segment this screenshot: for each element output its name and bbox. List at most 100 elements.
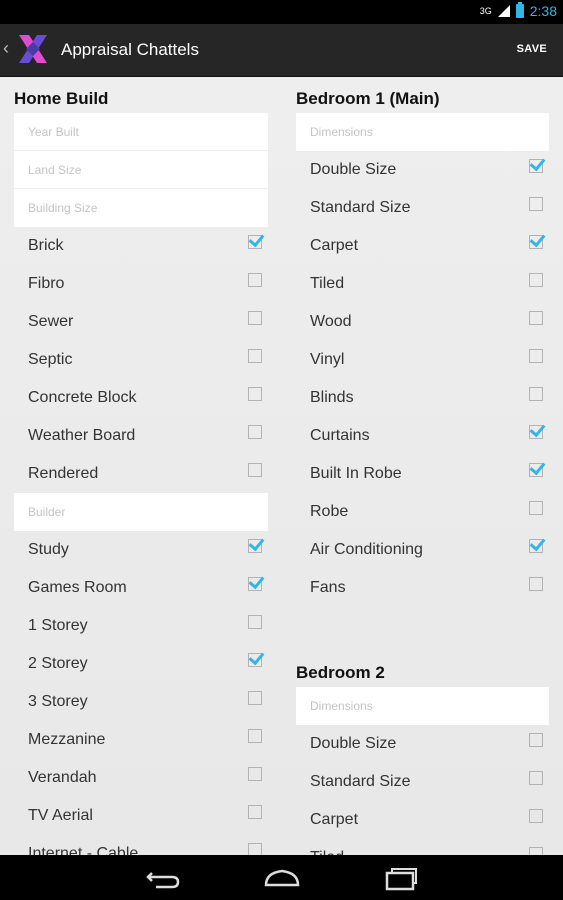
home-build-feature-checkbox[interactable] [248, 653, 262, 667]
recent-apps-icon[interactable] [382, 865, 422, 891]
bedroom-1-option-checkbox[interactable] [529, 539, 543, 553]
home-build-inputs [14, 113, 268, 227]
home-build-option-row[interactable]: Sewer [14, 303, 268, 341]
bedroom-1-option-row[interactable]: Carpet [296, 227, 549, 265]
bedroom-1-option-row[interactable]: Standard Size [296, 189, 549, 227]
bedroom-1-option-row[interactable]: Tiled [296, 265, 549, 303]
bedroom-1-option-row[interactable]: Fans [296, 569, 549, 607]
bedroom-1-title: Bedroom 1 (Main) [296, 89, 440, 108]
app-logo[interactable] [13, 29, 53, 69]
home-build-feature-row[interactable]: TV Aerial [14, 797, 268, 835]
clock: 2:38 [529, 3, 557, 19]
bedroom-2-option-checkbox[interactable] [529, 771, 543, 785]
bedroom-1-option-label: Tiled [310, 275, 345, 292]
bedroom-1-option-checkbox[interactable] [529, 349, 543, 363]
home-build-option-label: Weather Board [28, 427, 136, 444]
home-build-option-label: Brick [28, 237, 64, 254]
home-build-option-checkbox[interactable] [248, 425, 262, 439]
home-build-feature-checkbox[interactable] [248, 805, 262, 819]
home-build-option-row[interactable]: Rendered [14, 455, 268, 493]
bedroom-2-option-row[interactable]: Tiled [296, 839, 549, 855]
home-build-feature-label: 1 Storey [28, 617, 88, 634]
bedroom-1-option-row[interactable]: Vinyl [296, 341, 549, 379]
home-build-feature-label: 2 Storey [28, 655, 88, 672]
land-size-field[interactable] [14, 151, 268, 189]
home-build-feature-checkbox[interactable] [248, 615, 262, 629]
bedroom-2-option-label: Carpet [310, 811, 359, 828]
home-icon[interactable] [262, 865, 302, 891]
bedroom-1-option-checkbox[interactable] [529, 387, 543, 401]
bedroom-1-option-checkbox[interactable] [529, 425, 543, 439]
home-build-feature-checkbox[interactable] [248, 539, 262, 553]
home-build-option-row[interactable]: Septic [14, 341, 268, 379]
home-build-feature-row[interactable]: 3 Storey [14, 683, 268, 721]
bedroom-2-dimensions-field[interactable] [296, 687, 549, 725]
bedroom-2-option-row[interactable]: Carpet [296, 801, 549, 839]
home-build-option-checkbox[interactable] [248, 387, 262, 401]
status-bar: 3G 2:38 [0, 0, 563, 24]
home-build-option-row[interactable]: Fibro [14, 265, 268, 303]
home-build-feature-row[interactable]: Games Room [14, 569, 268, 607]
bedrooms-column: Bedroom 1 (Main) Double Size Standard Siz… [296, 77, 549, 855]
bedroom-1-option-label: Air Conditioning [310, 541, 423, 558]
bedroom-1-option-checkbox[interactable] [529, 463, 543, 477]
home-build-feature-row[interactable]: 2 Storey [14, 645, 268, 683]
bedroom-1-option-row[interactable]: Wood [296, 303, 549, 341]
home-build-feature-label: Mezzanine [28, 731, 106, 748]
home-build-option-checkbox[interactable] [248, 273, 262, 287]
bedroom-1-option-row[interactable]: Robe [296, 493, 549, 531]
year-built-field[interactable] [14, 113, 268, 151]
home-build-feature-row[interactable]: Study [14, 531, 268, 569]
bedroom-1-option-label: Vinyl [310, 351, 345, 368]
home-build-option-row[interactable]: Weather Board [14, 417, 268, 455]
bedroom-2-option-checkbox[interactable] [529, 847, 543, 855]
signal-icon [497, 5, 510, 17]
bedroom-1-option-row[interactable]: Air Conditioning [296, 531, 549, 569]
bedroom-2-option-checkbox[interactable] [529, 809, 543, 823]
home-build-feature-row[interactable]: 1 Storey [14, 607, 268, 645]
home-build-option-row[interactable]: Brick [14, 227, 268, 265]
bedroom-1-option-label: Built In Robe [310, 465, 402, 482]
form-content[interactable]: Home Build Brick Fibro Sewer Septic Concrete… [0, 77, 563, 855]
chevron-left-icon[interactable]: ‹ [3, 38, 9, 59]
home-build-feature-checkbox[interactable] [248, 843, 262, 855]
bedroom-1-option-row[interactable]: Curtains [296, 417, 549, 455]
bedroom-1-dimensions-field[interactable] [296, 113, 549, 151]
home-build-feature-checkbox[interactable] [248, 767, 262, 781]
home-build-feature-checkbox[interactable] [248, 691, 262, 705]
home-build-option-checkbox[interactable] [248, 349, 262, 363]
home-build-option-label: Sewer [28, 313, 74, 330]
builder-field[interactable] [14, 493, 268, 531]
home-build-option-label: Septic [28, 351, 73, 368]
save-button[interactable]: SAVE [517, 43, 547, 55]
bedroom-1-option-row[interactable]: Built In Robe [296, 455, 549, 493]
home-build-option-row[interactable]: Concrete Block [14, 379, 268, 417]
home-build-feature-checkbox[interactable] [248, 577, 262, 591]
back-icon[interactable] [142, 865, 182, 891]
bedroom-2-option-row[interactable]: Standard Size [296, 763, 549, 801]
bedroom-1-option-checkbox[interactable] [529, 577, 543, 591]
home-build-feature-row[interactable]: Mezzanine [14, 721, 268, 759]
bedroom-1-option-row[interactable]: Blinds [296, 379, 549, 417]
bedroom-1-option-checkbox[interactable] [529, 235, 543, 249]
home-build-option-checkbox[interactable] [248, 235, 262, 249]
bedroom-1-option-checkbox[interactable] [529, 197, 543, 211]
bedroom-1-option-checkbox[interactable] [529, 159, 543, 173]
bedroom-1-option-label: Carpet [310, 237, 359, 254]
bedroom-1-option-label: Fans [310, 579, 346, 596]
bedroom-1-option-checkbox[interactable] [529, 311, 543, 325]
bedroom-1-option-checkbox[interactable] [529, 273, 543, 287]
bedroom-2-option-checkbox[interactable] [529, 733, 543, 747]
bedroom-1-option-checkbox[interactable] [529, 501, 543, 515]
home-build-feature-row[interactable]: Verandah [14, 759, 268, 797]
bedroom-2-option-row[interactable]: Double Size [296, 725, 549, 763]
bedroom-1-option-row[interactable]: Double Size [296, 151, 549, 189]
home-build-feature-label: Study [28, 541, 69, 558]
home-build-feature-checkbox[interactable] [248, 729, 262, 743]
home-build-option-checkbox[interactable] [248, 463, 262, 477]
home-build-option-checkbox[interactable] [248, 311, 262, 325]
building-size-field[interactable] [14, 189, 268, 227]
page-title: Appraisal Chattels [61, 40, 199, 59]
home-build-option-label: Rendered [28, 465, 99, 482]
home-build-feature-row[interactable]: Internet - Cable [14, 835, 268, 855]
